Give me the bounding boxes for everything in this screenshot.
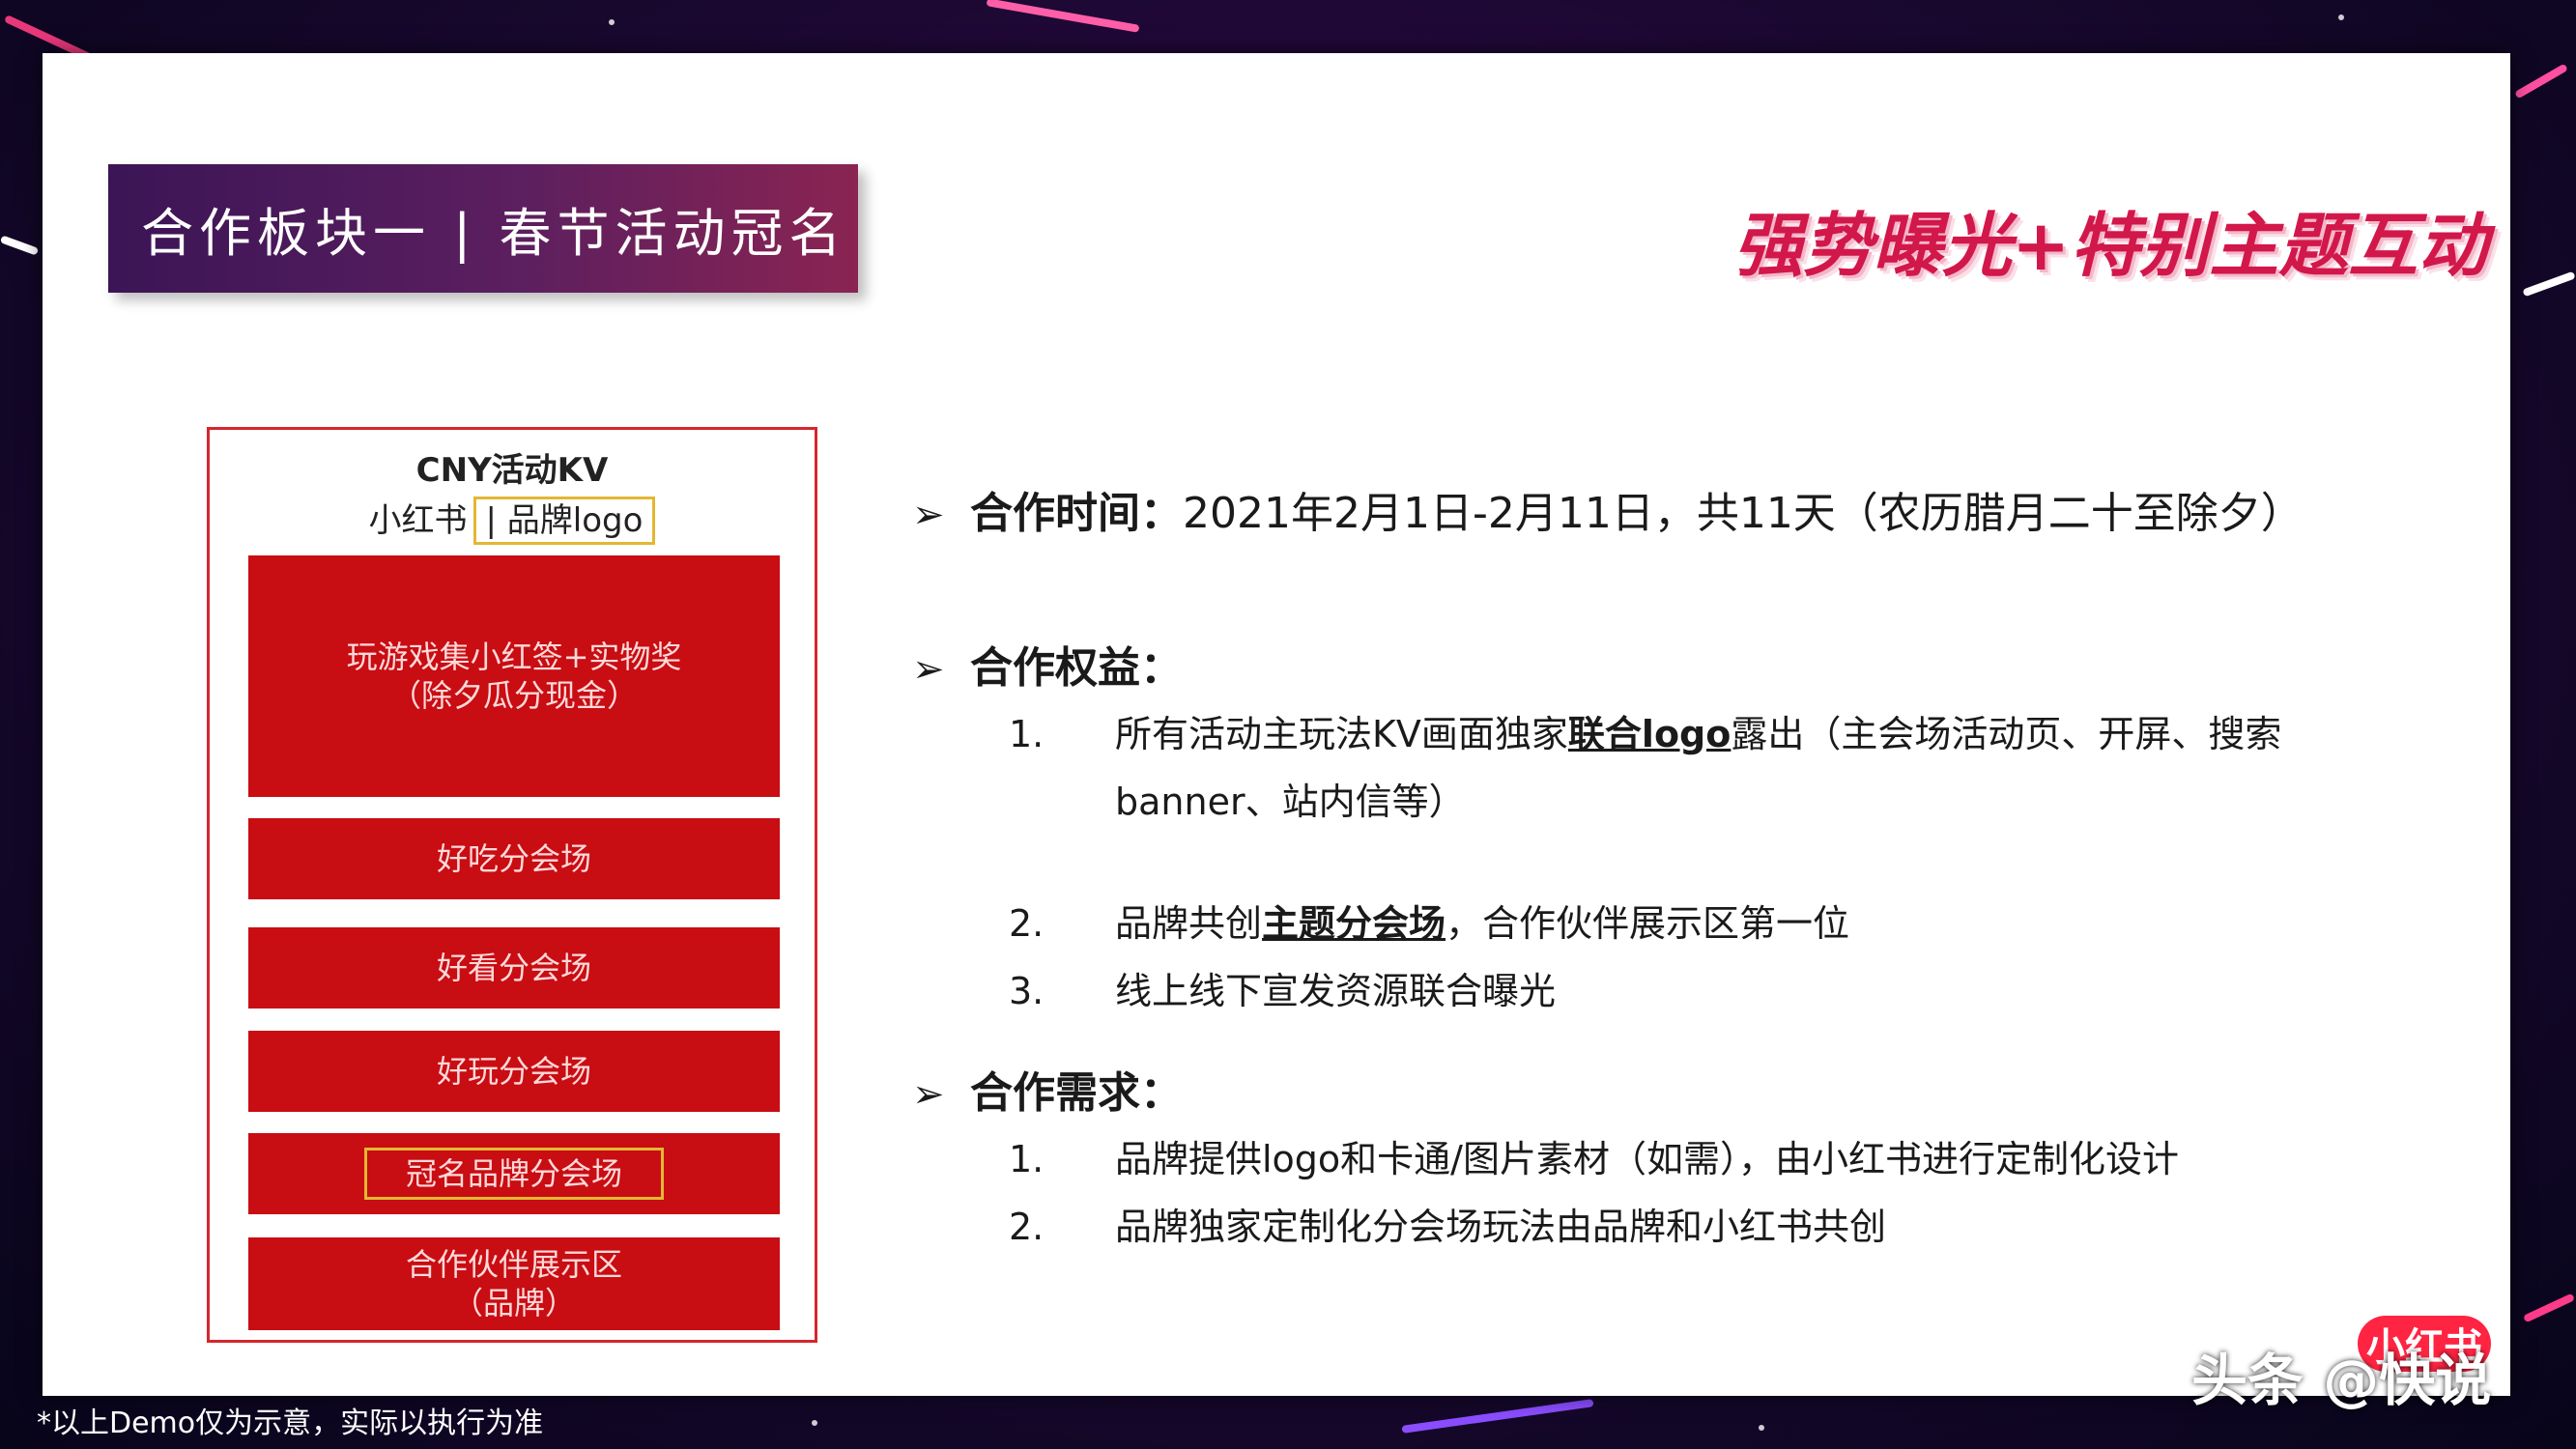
venue-brand-label: 冠名品牌分会场 [363, 1148, 664, 1200]
main-game-block: 玩游戏集小红签+实物奖 （除夕瓜分现金） [248, 555, 780, 797]
section-title-banner: 合作板块一 | 春节活动冠名 [108, 164, 858, 293]
need-item: 1. 品牌提供logo和卡通/图片素材（如需），由小红书进行定制化设计 [1009, 1125, 2361, 1193]
benefit-text: 线上线下宣发资源联合曝光 [1115, 970, 1557, 1012]
slide-canvas: 合作板块一 | 春节活动冠名 强势曝光+特别主题互动 CNY活动KV 小红书 | … [43, 53, 2510, 1396]
benefit-emphasis: 主题分会场 [1262, 902, 1446, 945]
time-label: 合作时间： [970, 489, 1183, 538]
venue-look-label: 好看分会场 [436, 950, 591, 986]
venue-look-block: 好看分会场 [248, 927, 780, 1009]
partner-block: 合作伙伴展示区 （品牌） [248, 1237, 780, 1330]
benefit-number: 3. [1009, 970, 1045, 1012]
time-text: 2021年2月1日-2月11日，共11天（农历腊月二十至除夕） [1183, 489, 2304, 538]
benefit-body: 线上线下宣发资源联合曝光 [1115, 957, 2352, 1025]
benefit-number: 2. [1009, 902, 1045, 945]
kv-brand-logo-box: | 品牌logo [472, 497, 656, 545]
background-streak [986, 0, 1140, 33]
disclaimer-note: *以上Demo仅为示意，实际以执行为准 [37, 1406, 544, 1440]
background-streak [0, 235, 40, 256]
benefit-text: 品牌共创 [1115, 902, 1263, 945]
background-streak [2522, 270, 2576, 298]
bullet-benefits: ➢ 合作权益： [912, 633, 1183, 695]
background-star [2338, 14, 2344, 20]
background-streak [2522, 1293, 2576, 1323]
main-game-line2: （除夕瓜分现金） [389, 677, 638, 714]
partner-line2: （品牌） [451, 1285, 576, 1321]
venue-brand-block: 冠名品牌分会场 [248, 1133, 780, 1214]
bullet-time: ➢ 合作时间：2021年2月1日-2月11日，共11天（农历腊月二十至除夕） [912, 478, 2304, 540]
partner-line1: 合作伙伴展示区 [405, 1246, 622, 1283]
background-star [1759, 1425, 1764, 1431]
needs-label: 合作需求： [970, 1068, 1183, 1118]
need-number: 2. [1009, 1206, 1045, 1248]
background-star [609, 19, 615, 25]
kv-brand-left: 小红书 [368, 501, 468, 540]
venue-food-label: 好吃分会场 [436, 840, 591, 877]
need-text: 品牌独家定制化分会场玩法由品牌和小红书共创 [1115, 1206, 1887, 1248]
benefit-item: 3. 线上线下宣发资源联合曝光 [1009, 957, 2361, 1025]
venue-play-block: 好玩分会场 [248, 1031, 780, 1112]
arrow-bullet-icon: ➢ [912, 647, 945, 692]
need-text: 品牌提供logo和卡通/图片素材（如需），由小红书进行定制化设计 [1115, 1138, 2179, 1180]
benefit-body: 品牌共创主题分会场，合作伙伴展示区第一位 [1115, 890, 2352, 957]
background-streak [2514, 63, 2568, 99]
watermark-text: 头条 @快说 [2191, 1348, 2492, 1413]
benefit-body: 所有活动主玩法KV画面独家联合logo露出（主会场活动页、开屏、搜索banner… [1115, 700, 2352, 836]
venue-food-block: 好吃分会场 [248, 818, 780, 899]
benefit-emphasis: 联合logo [1567, 713, 1732, 755]
background-star [812, 1420, 817, 1426]
benefit-number: 1. [1009, 713, 1045, 755]
bullet-needs: ➢ 合作需求： [912, 1058, 1183, 1120]
kv-logo-line: 小红书 | 品牌logo [210, 494, 815, 545]
venue-play-label: 好玩分会场 [436, 1053, 591, 1090]
benefit-item: 2. 品牌共创主题分会场，合作伙伴展示区第一位 [1009, 890, 2361, 957]
need-number: 1. [1009, 1138, 1045, 1180]
benefit-item: 1. 所有活动主玩法KV画面独家联合logo露出（主会场活动页、开屏、搜索ban… [1009, 700, 2361, 836]
main-game-line1: 玩游戏集小红签+实物奖 [346, 639, 682, 675]
need-item: 2. 品牌独家定制化分会场玩法由品牌和小红书共创 [1009, 1193, 2361, 1261]
section-title: 合作板块一 | 春节活动冠名 [141, 203, 847, 264]
benefits-label: 合作权益： [970, 643, 1183, 693]
benefit-text: 所有活动主玩法KV画面独家 [1115, 713, 1568, 755]
background-streak [1401, 1399, 1594, 1434]
kv-demo-frame: CNY活动KV 小红书 | 品牌logo 玩游戏集小红签+实物奖 （除夕瓜分现金）… [207, 427, 817, 1343]
arrow-bullet-icon: ➢ [912, 1072, 945, 1117]
slogan-text: 强势曝光+特别主题互动 [1733, 205, 2488, 286]
arrow-bullet-icon: ➢ [912, 493, 945, 537]
kv-title: CNY活动KV [415, 451, 609, 490]
benefit-text: ，合作伙伴展示区第一位 [1445, 902, 1850, 945]
